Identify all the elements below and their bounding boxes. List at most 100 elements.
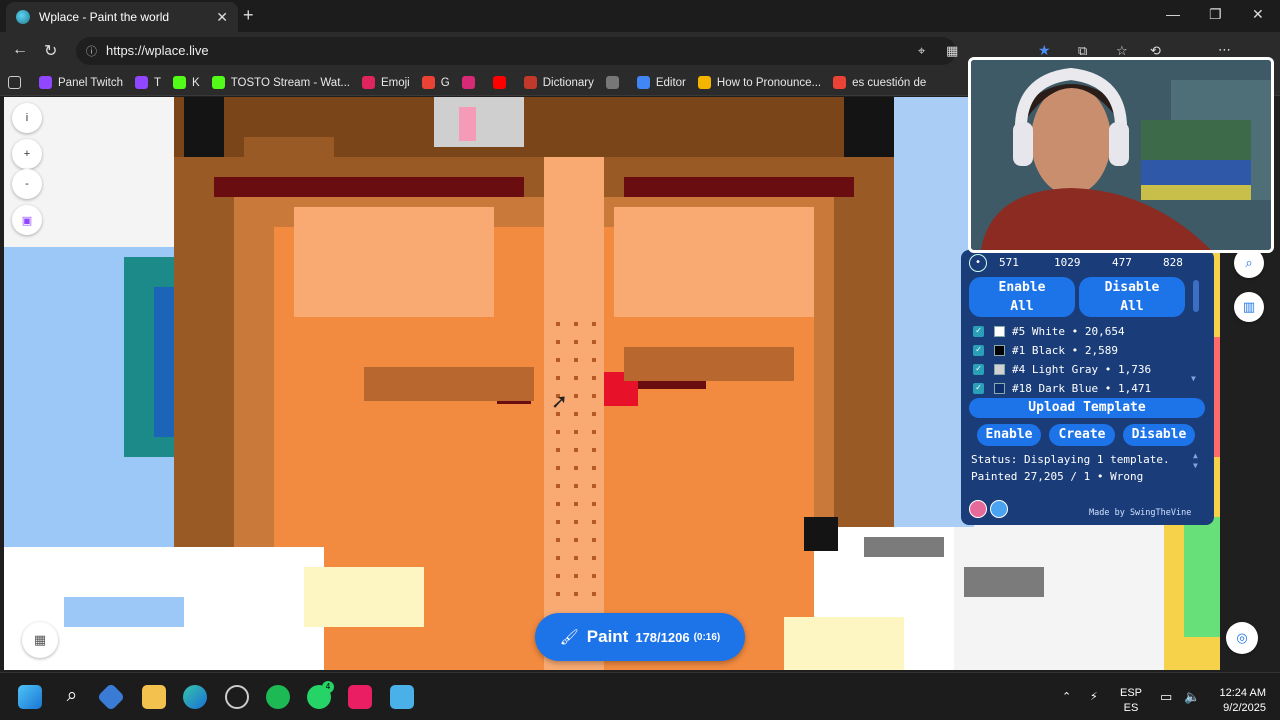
edge-icon[interactable] — [183, 685, 207, 709]
settings-icon[interactable] — [969, 500, 987, 518]
tray-expand-icon[interactable]: ⌃ — [1062, 690, 1071, 703]
search-icon[interactable]: ⌕ — [60, 685, 84, 709]
color-checkbox[interactable]: ✓ — [973, 363, 984, 375]
site-info-icon[interactable]: ⓘ — [86, 43, 97, 59]
tiktok-icon[interactable] — [348, 685, 372, 709]
status-text-overflow: Painted 27,205 / 1 • Wrong — [971, 470, 1144, 483]
bookmark-icon — [636, 76, 650, 89]
bookmark-item[interactable]: T — [135, 76, 161, 89]
volume-icon[interactable]: 🔈 — [1184, 689, 1200, 705]
restore-icon[interactable]: ❐ — [1209, 6, 1222, 23]
app-icon-diamond[interactable] — [96, 682, 126, 712]
bookmark-label: Emoji — [380, 76, 410, 89]
locate-me-icon[interactable]: ◎ — [1226, 622, 1258, 654]
reload-icon[interactable]: ↻ — [44, 41, 57, 61]
bookmark-icon — [461, 76, 475, 89]
zoom-out-button[interactable]: - — [12, 169, 42, 199]
clock[interactable]: 12:24 AM 9/2/2025 — [1210, 686, 1266, 716]
map-layers-button[interactable]: ▦ — [22, 622, 58, 658]
color-swatch — [994, 344, 1005, 356]
scroll-down-icon[interactable]: ▼ — [1191, 374, 1196, 383]
color-row[interactable]: ✓ #18 Dark Blue • 1,471 — [973, 379, 1151, 397]
bookmark-item[interactable]: TOSTO Stream - Wat... — [211, 76, 350, 89]
bookmark-item[interactable]: How to Pronounce... — [697, 76, 822, 89]
bookmark-item[interactable]: K — [173, 76, 200, 89]
color-checkbox[interactable]: ✓ — [973, 325, 984, 337]
color-checkbox[interactable]: ✓ — [973, 382, 984, 394]
bookmarks-menu-icon[interactable] — [8, 76, 27, 89]
tab-close-icon[interactable]: ✕ — [216, 9, 228, 26]
pin-icon[interactable]: • — [969, 254, 987, 272]
new-tab-button[interactable]: + — [243, 5, 254, 26]
brush-icon: 🖌 — [559, 629, 579, 646]
spotify-icon[interactable] — [266, 685, 290, 709]
bookmark-item[interactable]: es cuestión de — [833, 76, 926, 89]
bookmark-item[interactable]: G — [421, 76, 450, 89]
location-icon[interactable]: ⌖ — [918, 43, 925, 59]
status-box[interactable]: Status: Displaying 1 template. Painted 2… — [971, 451, 1193, 491]
color-list-scrollbar[interactable] — [1193, 280, 1199, 312]
start-icon[interactable] — [18, 685, 42, 709]
url-field[interactable]: ⓘ https://wplace.live — [76, 37, 956, 65]
enable-button[interactable]: Enable — [977, 424, 1041, 446]
bookmark-label: G — [440, 76, 450, 89]
disable-all-button[interactable]: Disable All — [1079, 277, 1185, 317]
obs-icon[interactable] — [225, 685, 249, 709]
language-indicator[interactable]: ESP ES — [1120, 686, 1142, 716]
minimize-icon[interactable]: — — [1166, 6, 1180, 22]
color-checkbox[interactable]: ✓ — [973, 344, 984, 356]
back-icon[interactable]: ← — [12, 41, 28, 59]
enable-all-button[interactable]: Enable All — [969, 277, 1075, 317]
bookmark-item[interactable]: Dictionary — [523, 76, 594, 89]
bookmark-label: K — [192, 76, 200, 89]
bookmark-item[interactable]: Editor — [636, 76, 686, 89]
bookmark-icon — [39, 76, 52, 89]
window-close-icon[interactable]: ✕ — [1252, 6, 1264, 23]
info-button[interactable]: i — [12, 103, 42, 133]
wifi-icon[interactable]: ▭ — [1160, 689, 1172, 705]
coord-tile-x: 571 — [999, 256, 1019, 269]
bookmark-item[interactable]: Panel Twitch — [39, 76, 123, 89]
bookmark-label: Editor — [655, 76, 686, 89]
file-explorer-icon[interactable] — [142, 685, 166, 709]
template-panel: • 571 1029 477 828 Enable All Disable All … — [961, 250, 1214, 525]
color-row[interactable]: ✓ #4 Light Gray • 1,736 — [973, 360, 1151, 378]
zoom-in-button[interactable]: + — [12, 139, 42, 169]
tab-strip: Wplace - Paint the world ✕ + — ❐ ✕ — [0, 0, 1280, 32]
color-row[interactable]: ✓ #5 White • 20,654 — [973, 322, 1125, 340]
wplace-favicon-icon — [16, 10, 30, 24]
mouse-cursor-icon: ➚ — [551, 391, 568, 413]
more-menu-icon[interactable]: ⋯ — [1218, 42, 1231, 58]
network-tray-icon[interactable]: ⚡ — [1090, 690, 1098, 703]
bookmark-item[interactable]: Emoji — [361, 76, 410, 89]
disable-button[interactable]: Disable — [1123, 424, 1195, 446]
notepad-icon[interactable] — [390, 685, 414, 709]
credit-text: Made by SwingTheVine — [1089, 508, 1192, 518]
webcam-overlay — [968, 57, 1274, 253]
bookmark-icon — [697, 76, 711, 89]
apps-icon[interactable]: ▦ — [946, 43, 958, 59]
color-label: #1 Black • 2,589 — [1012, 343, 1118, 357]
globe-icon[interactable] — [990, 500, 1008, 518]
bookmark-item[interactable] — [461, 76, 481, 89]
leaderboard-icon[interactable]: ▥ — [1234, 292, 1264, 322]
color-row[interactable]: ✓ #1 Black • 2,589 — [973, 341, 1118, 359]
twitch-button[interactable]: ▣ — [12, 205, 42, 235]
upload-template-button[interactable]: Upload Template — [969, 398, 1205, 418]
bookmark-item[interactable] — [605, 76, 625, 89]
paint-timer: (0:16) — [693, 631, 721, 643]
bookmark-icon — [361, 76, 375, 89]
bookmark-icon — [173, 76, 187, 89]
color-swatch — [994, 363, 1005, 375]
active-tab[interactable]: Wplace - Paint the world ✕ — [6, 2, 238, 32]
bookmark-item[interactable] — [492, 76, 512, 89]
color-label: #18 Dark Blue • 1,471 — [1012, 381, 1152, 395]
windows-taskbar: ⌕ 4 ⌃ ⚡ ESP ES ▭ 🔈 12:24 AM 9/2/2025 — [0, 672, 1280, 720]
paint-button[interactable]: 🖌 Paint 178/1206 (0:16) — [535, 613, 745, 661]
paint-charges: 178/1206 — [635, 629, 690, 645]
paint-label: Paint — [586, 627, 629, 646]
bookmark-label: How to Pronounce... — [716, 76, 822, 89]
create-button[interactable]: Create — [1049, 424, 1115, 446]
status-scroll-down-icon[interactable]: ▼ — [1193, 461, 1198, 470]
status-scroll-up-icon[interactable]: ▲ — [1193, 451, 1198, 460]
